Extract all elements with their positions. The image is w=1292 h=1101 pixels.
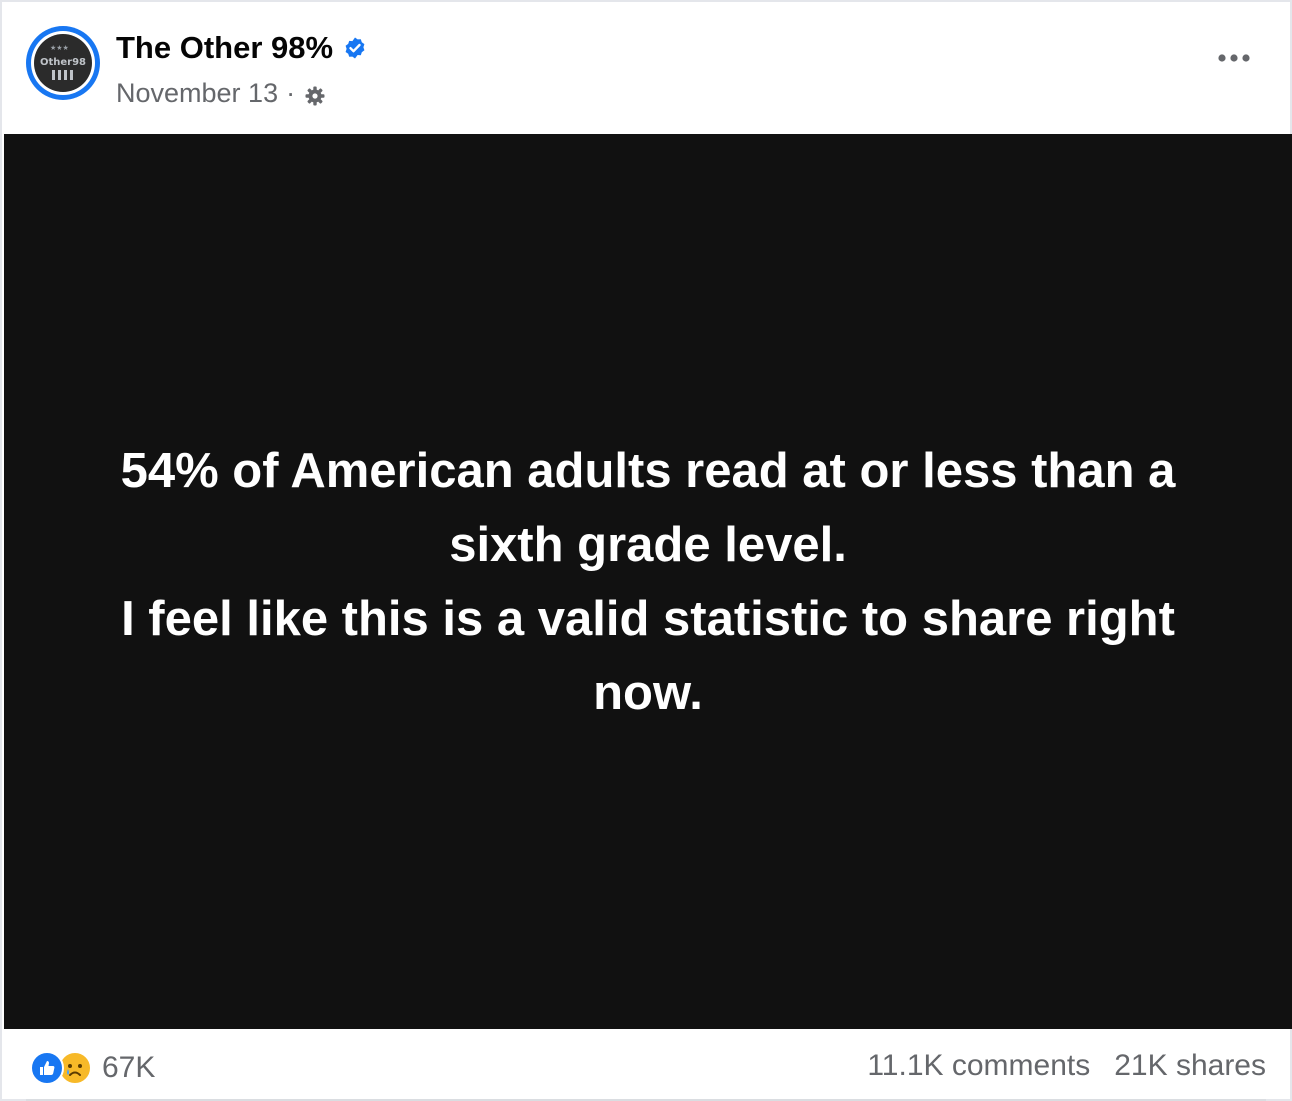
more-options-button[interactable] <box>1214 42 1254 74</box>
post-date[interactable]: November 13 <box>116 78 278 109</box>
avatar-ring: ★★★ Other98 <box>31 31 95 95</box>
page-name[interactable]: The Other 98% <box>116 30 333 66</box>
more-options-icon <box>1218 54 1250 62</box>
shares-count[interactable]: 21K shares <box>1114 1049 1266 1083</box>
reactions-summary[interactable]: 67K <box>30 1051 155 1085</box>
post-stats: 11.1K comments 21K shares <box>867 1049 1266 1083</box>
verified-badge-icon <box>345 37 365 59</box>
post-image-text: 54% of American adults read at or less t… <box>48 434 1248 730</box>
avatar-logo-text: Other98 <box>40 57 86 68</box>
page-avatar[interactable]: ★★★ Other98 <box>26 26 100 100</box>
post-image[interactable]: 54% of American adults read at or less t… <box>4 134 1292 1029</box>
image-text-line: I feel like this is a valid statistic to… <box>121 591 1175 646</box>
image-text-line: sixth grade level. <box>449 517 847 572</box>
reaction-count: 67K <box>102 1051 156 1084</box>
avatar-logo-graphic: ★★★ Other98 <box>40 44 86 80</box>
post-header: ★★★ Other98 The Other 98% November 13 · <box>2 2 1290 133</box>
gear-icon[interactable] <box>303 84 327 108</box>
post-meta: November 13 · <box>116 78 327 109</box>
like-icon <box>30 1051 64 1085</box>
svg-text:★★★: ★★★ <box>50 44 69 52</box>
avatar-logo: ★★★ Other98 <box>34 34 92 92</box>
post-card: ★★★ Other98 The Other 98% November 13 · … <box>0 0 1292 1101</box>
image-text-line: 54% of American adults read at or less t… <box>120 443 1176 498</box>
comments-count[interactable]: 11.1K comments <box>867 1049 1090 1083</box>
page-name-row: The Other 98% <box>116 30 367 66</box>
image-text-line: now. <box>593 665 703 720</box>
post-footer: 67K 11.1K comments 21K shares <box>2 1029 1290 1101</box>
meta-separator: · <box>286 78 296 108</box>
